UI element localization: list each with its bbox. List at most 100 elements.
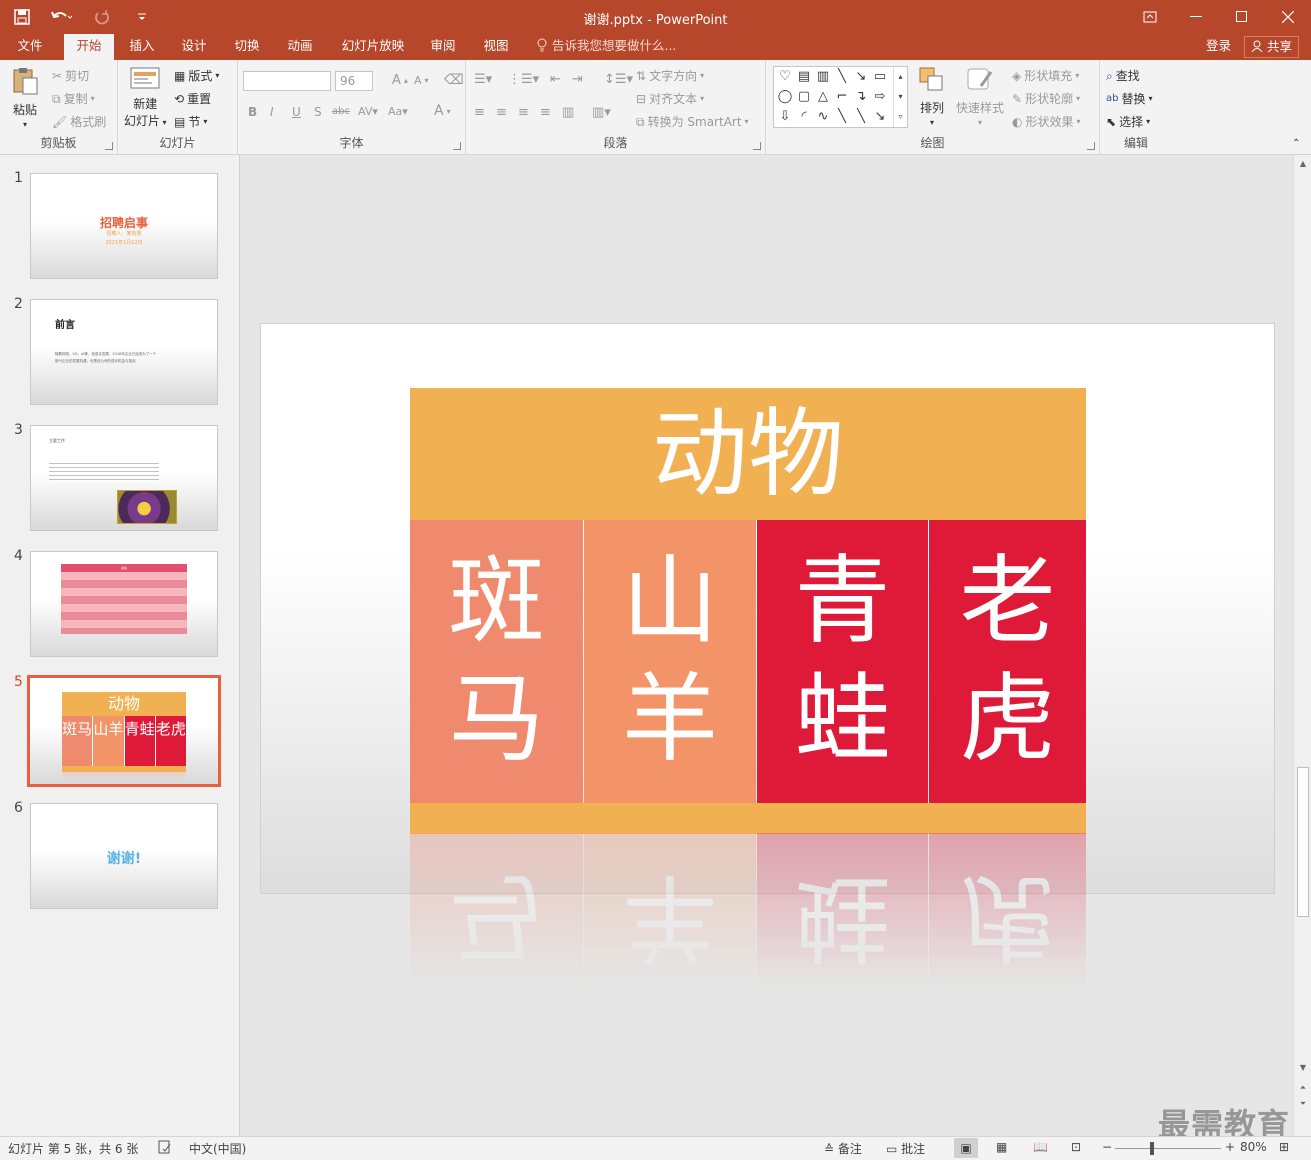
tab-view[interactable]: 视图 (476, 34, 516, 60)
language-indicator[interactable]: 中文(中国) (189, 1140, 246, 1157)
format-painter-button[interactable]: 🖌 格式刷 (52, 113, 106, 130)
notes-button[interactable]: ≙ 备注 (824, 1140, 862, 1157)
minimize-icon[interactable] (1173, 0, 1219, 34)
line-shape-icon[interactable]: ╲ (832, 69, 852, 84)
paste-button[interactable]: 粘贴 ▾ (10, 66, 40, 129)
elbow-connector-shape-icon[interactable]: ⌐ (832, 89, 852, 104)
increase-indent-icon[interactable]: ⇥ (572, 72, 583, 87)
copy-button[interactable]: ⧉ 复制 ▾ (52, 90, 95, 107)
slide-thumbnail-1[interactable]: 招聘启事 招聘人：某有限 2021年1月12日 (30, 173, 218, 279)
shrink-font-icon[interactable]: A ▾ (414, 74, 429, 87)
clear-format-icon[interactable]: ⌫ (444, 72, 464, 88)
slide-thumbnail-2[interactable]: 前言 随着网络、5G、AI等，信息化发展，2018年企业已经成为了一个 新兴企业… (30, 299, 218, 405)
ribbon-display-icon[interactable] (1127, 0, 1173, 34)
find-button[interactable]: ⌕ 查找 (1106, 67, 1140, 84)
bullets-icon[interactable]: ☰▾ (474, 72, 492, 87)
reset-button[interactable]: ⟲ 重置 (174, 90, 211, 107)
prev-slide-icon[interactable]: ⏶ (1297, 1083, 1309, 1095)
curve-shape-icon[interactable]: ∿ (813, 109, 833, 124)
table-heading[interactable]: 动物 (410, 388, 1086, 520)
right-arrow-shape-icon[interactable]: ⇨ (870, 89, 890, 104)
font-name-combo[interactable] (243, 71, 331, 91)
char-spacing-icon[interactable]: AV▾ (358, 105, 378, 118)
tell-me-search[interactable]: 告诉我您想要做什么... (536, 34, 676, 60)
slide-thumbnail-4[interactable]: 表格 (30, 551, 218, 657)
login-link[interactable]: 登录 (1206, 34, 1231, 58)
heart-shape-icon[interactable]: ♡ (775, 69, 795, 84)
tab-transitions[interactable]: 切换 (227, 34, 267, 60)
tab-design[interactable]: 设计 (174, 34, 214, 60)
oval-shape-icon[interactable]: ◯ (775, 89, 795, 104)
elbow-arrow-shape-icon[interactable]: ↴ (851, 89, 871, 104)
zoom-out-icon[interactable]: − (1102, 1140, 1112, 1154)
shadow-icon[interactable]: S (314, 105, 322, 119)
textbox-shape-icon[interactable]: ▤ (794, 69, 814, 84)
replace-button[interactable]: ab 替换 ▾ (1106, 90, 1153, 107)
grow-font-icon[interactable]: A ▴ (392, 73, 408, 88)
align-left-icon[interactable]: ≡ (474, 105, 485, 120)
zoom-in-icon[interactable]: + (1225, 1140, 1235, 1154)
text-direction-button[interactable]: ⇅ 文字方向 ▾ (636, 67, 704, 84)
shapes-gallery[interactable]: ♡ ▤ ▥ ╲ ↘ ▭ ◯ ▢ △ ⌐ ↴ ⇨ ⇩ ◜ ∿ ╲ ╲ ↘ ▴ ▾ ▿ (773, 66, 908, 128)
underline-icon[interactable]: U (292, 105, 301, 119)
smartart-button[interactable]: ⧉ 转换为 SmartArt ▾ (636, 113, 749, 130)
rectangle-shape-icon[interactable]: ▭ (870, 69, 890, 84)
rounded-rect-shape-icon[interactable]: ▢ (794, 89, 814, 104)
cell-frog[interactable]: 青 蛙 (757, 520, 928, 803)
layout-button[interactable]: ▦ 版式 ▾ (174, 67, 219, 84)
scroll-down-icon[interactable]: ▼ (1297, 1063, 1309, 1075)
tab-home[interactable]: 开始 (64, 34, 114, 60)
font-size-combo[interactable]: 96 (335, 71, 373, 91)
font-launcher-icon[interactable] (453, 142, 461, 150)
spell-check-icon[interactable] (158, 1140, 172, 1157)
zoom-slider-track[interactable] (1115, 1148, 1221, 1149)
zoom-level[interactable]: 80% (1240, 1140, 1267, 1154)
tab-file[interactable]: 文件 (8, 34, 52, 60)
clipboard-launcher-icon[interactable] (105, 142, 113, 150)
next-slide-icon[interactable]: ⏷ (1297, 1099, 1309, 1111)
arrow2-shape-icon[interactable]: ↘ (870, 109, 890, 124)
slide-thumbnail-5-selected[interactable]: 动物 斑马 山羊 青蛙 老虎 (27, 675, 221, 787)
strikethrough-icon[interactable]: abc (332, 106, 350, 117)
bold-icon[interactable]: B (248, 105, 257, 119)
callout-shape-icon[interactable]: ◜ (794, 109, 814, 124)
decrease-indent-icon[interactable]: ⇤ (550, 72, 561, 87)
section-button[interactable]: ▤ 节 ▾ (174, 113, 207, 130)
scrollbar-thumb[interactable] (1297, 767, 1309, 917)
select-button[interactable]: ⬉ 选择 ▾ (1106, 113, 1150, 130)
numbering-icon[interactable]: ⋮☰▾ (508, 72, 539, 87)
paragraph-launcher-icon[interactable] (753, 142, 761, 150)
close-icon[interactable] (1265, 0, 1311, 34)
slide-thumbnail-3[interactable]: 主要工作 (30, 425, 218, 531)
fit-to-window-icon[interactable]: ⊞ (1279, 1140, 1289, 1154)
justify-icon[interactable]: ≡ (540, 105, 551, 120)
shape-effects-button[interactable]: ◐ 形状效果 ▾ (1012, 113, 1081, 130)
font-color-icon[interactable]: A ▾ (434, 103, 451, 119)
line2-shape-icon[interactable]: ╲ (832, 109, 852, 124)
arrange-button[interactable]: 排列 ▾ (918, 66, 946, 127)
cell-zebra[interactable]: 斑 马 (410, 520, 583, 803)
arrow-line-shape-icon[interactable]: ↘ (851, 69, 871, 84)
gallery-scroll-icon[interactable]: ▴ ▾ ▿ (893, 67, 907, 127)
shape-fill-button[interactable]: ◈ 形状填充 ▾ (1012, 67, 1079, 84)
normal-view-icon[interactable]: ▣ (954, 1138, 978, 1158)
tab-insert[interactable]: 插入 (122, 34, 162, 60)
tab-review[interactable]: 审阅 (423, 34, 463, 60)
align-center-icon[interactable]: ≡ (496, 105, 507, 120)
align-right-icon[interactable]: ≡ (518, 105, 529, 120)
distributed-icon[interactable]: ▥ (562, 105, 574, 120)
italic-icon[interactable]: I (270, 105, 274, 119)
down-arrow-shape-icon[interactable]: ⇩ (775, 109, 795, 124)
triangle-shape-icon[interactable]: △ (813, 89, 833, 104)
slideshow-view-icon[interactable]: ⊡ (1071, 1140, 1081, 1154)
shape-outline-button[interactable]: ✎ 形状轮廓 ▾ (1012, 90, 1080, 107)
vertical-scrollbar[interactable]: ▲ ▼ ⏶ ⏷ (1293, 155, 1311, 1136)
line-spacing-icon[interactable]: ↕☰▾ (604, 72, 633, 87)
cell-tiger[interactable]: 老 虎 (929, 520, 1086, 803)
share-button[interactable]: 共享 (1244, 36, 1299, 58)
maximize-icon[interactable] (1219, 0, 1265, 34)
slide-thumbnail-6[interactable]: 谢谢! (30, 803, 218, 909)
cell-goat[interactable]: 山 羊 (584, 520, 756, 803)
comments-button[interactable]: ▭ 批注 (886, 1140, 925, 1157)
vertical-textbox-shape-icon[interactable]: ▥ (813, 69, 833, 84)
